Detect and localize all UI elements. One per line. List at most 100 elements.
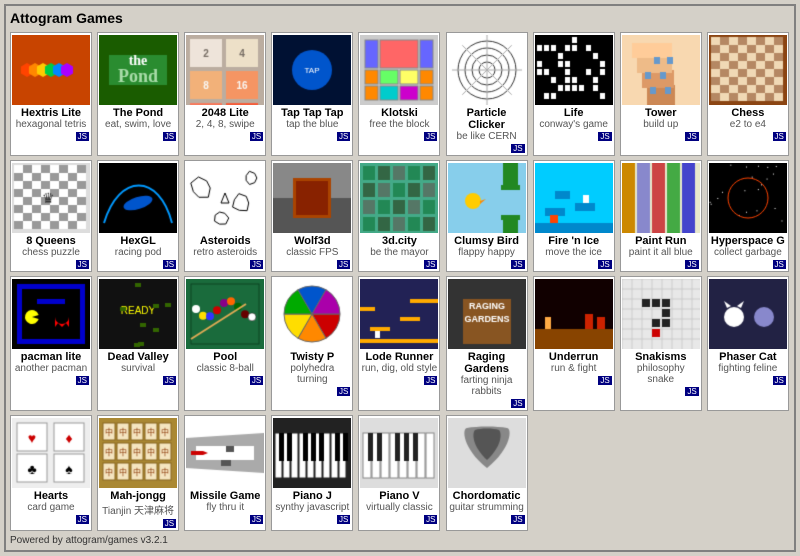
game-card-asteroids[interactable]: Asteroidsretro asteroidsJS [184, 160, 266, 272]
game-title-chordo: Chordomatic [453, 490, 521, 502]
game-card-mahjongg[interactable]: Mah-jonggTianjin 天津麻将JS [97, 415, 179, 531]
game-footer-firnice: JS [536, 260, 612, 269]
game-badge-8queens: JS [76, 260, 89, 269]
game-card-phaser[interactable]: Phaser Catfighting felineJS [707, 276, 789, 411]
game-thumb-tower [622, 35, 700, 105]
game-title-firnice: Fire 'n Ice [548, 235, 599, 247]
game-title-phaser: Phaser Cat [719, 351, 776, 363]
game-subtitle-pond: eat, swim, love [105, 119, 171, 130]
game-card-lode[interactable]: Lode Runnerrun, dig, old styleJS [358, 276, 440, 411]
game-badge-taptap: JS [337, 132, 350, 141]
game-badge-chess: JS [773, 132, 786, 141]
game-card-2048[interactable]: 2048 Lite2, 4, 8, swipeJS [184, 32, 266, 156]
game-thumb-klotski [360, 35, 438, 105]
game-title-dead: Dead Valley [108, 351, 169, 363]
game-subtitle-klotski: free the block [369, 119, 429, 130]
game-subtitle-life: conway's game [539, 119, 608, 130]
game-title-underrun: Underrun [549, 351, 599, 363]
game-badge-clumsy: JS [511, 260, 524, 269]
game-thumb-hyper [709, 163, 787, 233]
page-title: Attogram Games [10, 10, 790, 26]
game-badge-hextris: JS [76, 132, 89, 141]
game-thumb-hearts [12, 418, 90, 488]
game-card-pool[interactable]: Poolclassic 8-ballJS [184, 276, 266, 411]
game-card-firnice[interactable]: Fire 'n Icemove the iceJS [533, 160, 615, 272]
game-subtitle-twisty: polyhedra turning [274, 363, 350, 385]
game-card-pond[interactable]: The Pondeat, swim, loveJS [97, 32, 179, 156]
game-subtitle-phaser: fighting feline [718, 363, 777, 374]
game-card-klotski[interactable]: Klotskifree the blockJS [358, 32, 440, 156]
game-card-missile[interactable]: Missile Gamefly thru itJS [184, 415, 266, 531]
game-card-hyper[interactable]: Hyperspace Gcollect garbageJS [707, 160, 789, 272]
game-footer-missile: JS [187, 515, 263, 524]
game-footer-8queens: JS [13, 260, 89, 269]
game-thumb-pond [99, 35, 177, 105]
game-subtitle-mahjongg: Tianjin 天津麻将 [102, 502, 174, 517]
game-subtitle-hyper: collect garbage [714, 247, 782, 258]
game-thumb-lode [360, 279, 438, 349]
game-card-twisty[interactable]: Twisty Ppolyhedra turningJS [271, 276, 353, 411]
game-card-chordo[interactable]: Chordomaticguitar strummingJS [446, 415, 528, 531]
game-badge-underrun: JS [598, 376, 611, 385]
game-subtitle-chordo: guitar strumming [449, 502, 523, 513]
game-card-tower[interactable]: Towerbuild upJS [620, 32, 702, 156]
game-badge-hearts: JS [76, 515, 89, 524]
game-card-wolf3d[interactable]: Wolf3dclassic FPSJS [271, 160, 353, 272]
game-badge-life: JS [598, 132, 611, 141]
game-badge-tower: JS [685, 132, 698, 141]
game-subtitle-tower: build up [643, 119, 678, 130]
game-thumb-3dcity [360, 163, 438, 233]
game-title-pool: Pool [213, 351, 237, 363]
game-card-particle[interactable]: Particle Clickerbe like CERNJS [446, 32, 528, 156]
game-card-8queens[interactable]: 8 Queenschess puzzleJS [10, 160, 92, 272]
game-footer-hexgl: JS [100, 260, 176, 269]
game-footer-life: JS [536, 132, 612, 141]
game-thumb-pacman [12, 279, 90, 349]
game-card-underrun[interactable]: Underrunrun & fightJS [533, 276, 615, 411]
game-thumb-2048 [186, 35, 264, 105]
game-badge-wolf3d: JS [337, 260, 350, 269]
game-card-chess[interactable]: Chesse2 to e4 JS [707, 32, 789, 156]
game-subtitle-hearts: card game [27, 502, 74, 513]
game-subtitle-particle: be like CERN [457, 131, 517, 142]
game-badge-twisty: JS [337, 387, 350, 396]
game-card-hearts[interactable]: Heartscard gameJS [10, 415, 92, 531]
game-card-paintrun[interactable]: Paint Runpaint it all blueJS [620, 160, 702, 272]
game-footer-pacman: JS [13, 376, 89, 385]
game-card-hexgl[interactable]: HexGLracing podJS [97, 160, 179, 272]
game-card-pianoj[interactable]: Piano Jsynthy javascriptJS [271, 415, 353, 531]
game-footer-clumsy: JS [449, 260, 525, 269]
game-card-pacman[interactable]: pacman liteanother pacmanJS [10, 276, 92, 411]
game-card-taptap[interactable]: Tap Tap Taptap the blueJS [271, 32, 353, 156]
game-footer-hearts: JS [13, 515, 89, 524]
game-subtitle-pianoj: synthy javascript [275, 502, 349, 513]
game-badge-pianoj: JS [337, 515, 350, 524]
game-card-dead[interactable]: Dead ValleysurvivalJS [97, 276, 179, 411]
game-thumb-wolf3d [273, 163, 351, 233]
game-subtitle-2048: 2, 4, 8, swipe [196, 119, 255, 130]
game-card-raging[interactable]: Raging Gardensfarting ninja rabbitsJS [446, 276, 528, 411]
game-thumb-pianoj [273, 418, 351, 488]
game-card-clumsy[interactable]: Clumsy Birdflappy happyJS [446, 160, 528, 272]
game-thumb-mahjongg [99, 418, 177, 488]
game-card-snakisms[interactable]: Snakismsphilosophy snakeJS [620, 276, 702, 411]
game-thumb-dead [99, 279, 177, 349]
game-subtitle-snakisms: philosophy snake [623, 363, 699, 385]
powered-by: Powered by attogram/games v3.2.1 [10, 535, 790, 546]
game-card-3dcity[interactable]: 3d.citybe the mayorJS [358, 160, 440, 272]
game-card-pianv[interactable]: Piano Vvirtually classicJS [358, 415, 440, 531]
game-footer-2048: JS [187, 132, 263, 141]
game-card-life[interactable]: Lifeconway's gameJS [533, 32, 615, 156]
game-footer-particle: JS [449, 144, 525, 153]
game-badge-firnice: JS [598, 260, 611, 269]
game-thumb-twisty [273, 279, 351, 349]
game-subtitle-chess: e2 to e4 [730, 119, 766, 130]
game-footer-pond: JS [100, 132, 176, 141]
game-badge-2048: JS [250, 132, 263, 141]
game-title-klotski: Klotski [381, 107, 418, 119]
game-footer-3dcity: JS [361, 260, 437, 269]
game-badge-missile: JS [250, 515, 263, 524]
game-subtitle-dead: survival [121, 363, 155, 374]
game-title-chess: Chess [731, 107, 764, 119]
game-card-hextris[interactable]: Hextris Litehexagonal tetrisJS [10, 32, 92, 156]
